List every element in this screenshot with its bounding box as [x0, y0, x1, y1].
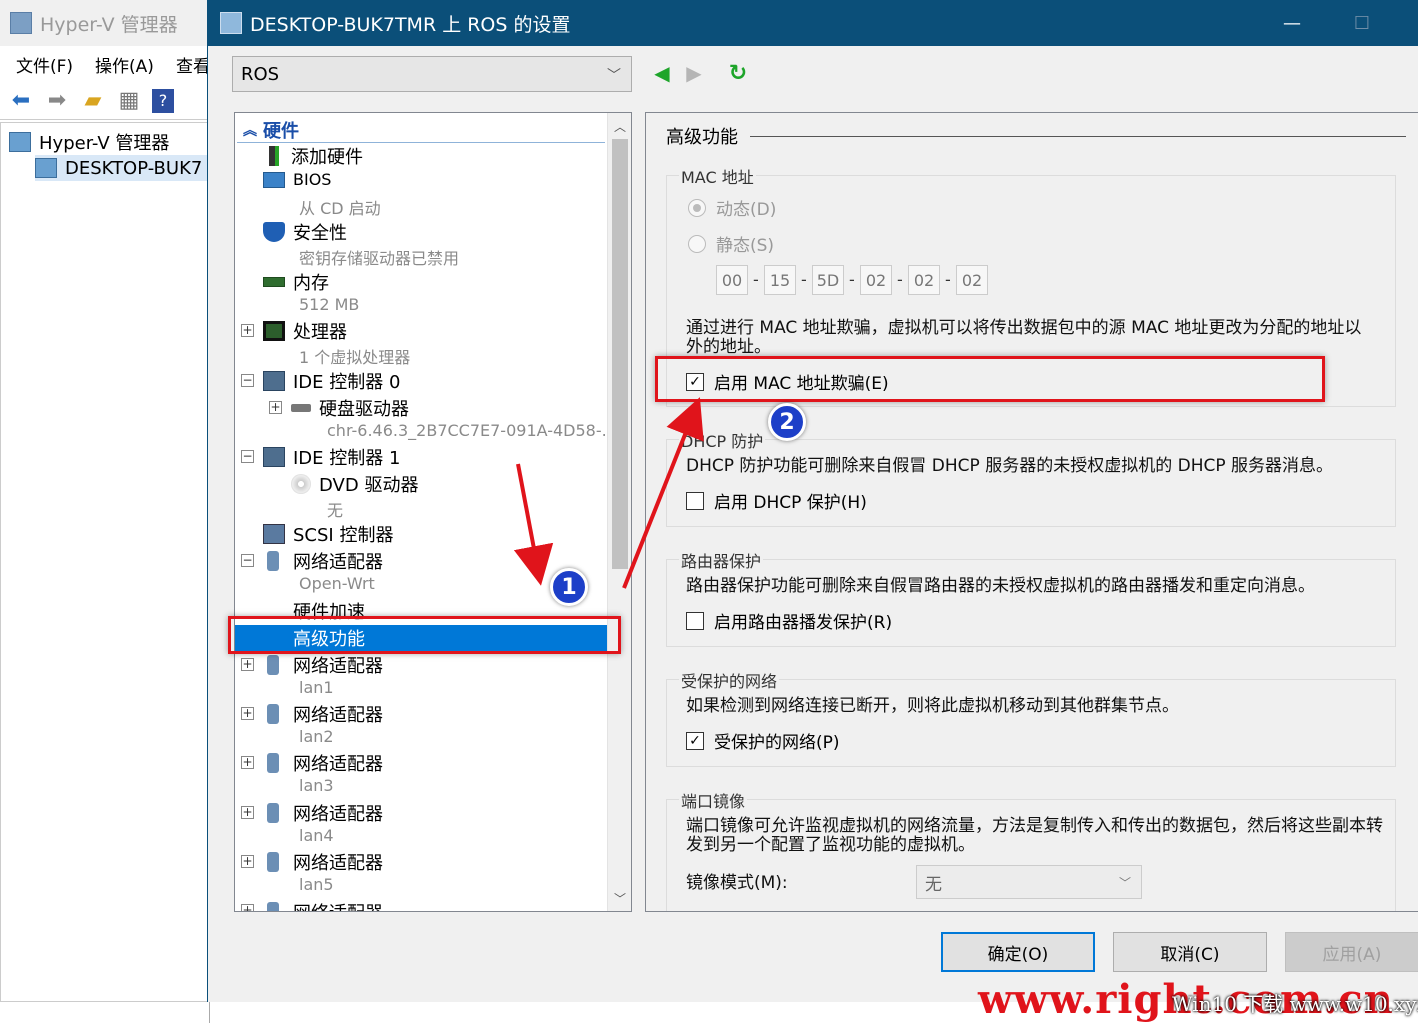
watermark-w10: Win10 下载 www.w10.xyz — [1172, 992, 1418, 1016]
annotation-arrows — [513, 397, 704, 589]
step-badge-1: 1 — [550, 568, 588, 606]
screenshot-root: Hyper-V 管理器 文件(F) 操作(A) 查看 ⬅ ➡ ▰ ▦ ? Hyp… — [0, 0, 1418, 1023]
step-badge-2: 2 — [768, 403, 806, 441]
arrow-to-advanced — [513, 463, 554, 586]
arrow-to-mac-spoofing — [622, 397, 704, 589]
